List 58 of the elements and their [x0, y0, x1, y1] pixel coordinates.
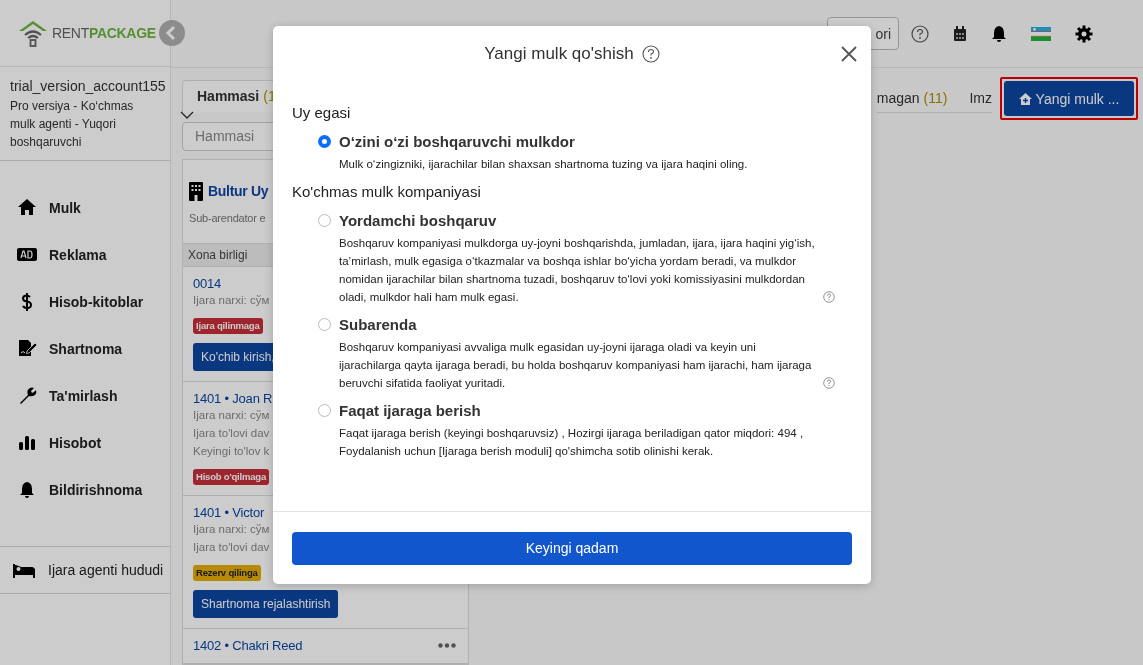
nav-item[interactable]: Hisob-kitoblar	[49, 293, 144, 310]
property-name[interactable]: Bultur Uy	[208, 183, 269, 199]
status-tab[interactable]: magan (11)	[876, 90, 948, 112]
unit-action-button[interactable]: Shartnoma rejalashtirish	[193, 590, 339, 618]
ad-icon[interactable]	[15, 245, 39, 264]
close-icon[interactable]	[841, 46, 857, 62]
house-plus-icon	[1018, 92, 1032, 105]
nav-item[interactable]: Mulk	[49, 199, 81, 216]
section-heading: Uy egasi	[292, 104, 352, 121]
nav-item[interactable]: Shartnoma	[49, 340, 123, 357]
option-description: Boshqaruv kompaniyasi avvaliga mulk egasidan uy-joyni ijaraga oladi va keyin uni ijarachilarga qayta ijaraga beradi, bu holda boshqaruv kompaniyasi ham ijarachi, ham ijaraga beruvchi sifatida faoliyat yuritadi.	[339, 340, 813, 391]
radio-button[interactable]	[318, 404, 331, 417]
radio-button[interactable]	[318, 214, 331, 227]
section-heading: Ko'chmas mulk kompaniyasi	[292, 183, 482, 200]
option-label[interactable]: Subarenda	[339, 316, 417, 333]
unit-detail: Ijara to'lovi dav	[193, 540, 270, 555]
unit-detail: Keyingi to'lov k	[193, 444, 270, 459]
unit-title[interactable]: 1401 • Victor	[193, 505, 265, 520]
option-description: Mulk o‘zingizniki, ijarachilar bilan shaxsan shartnoma tuzing va ijara haqini oling.	[339, 157, 748, 172]
nav-item[interactable]: Hisobot	[49, 434, 102, 451]
bell-icon[interactable]	[991, 24, 1007, 43]
option-label[interactable]: Faqat ijaraga berish	[339, 402, 481, 419]
tab-label: Hammasi	[197, 88, 260, 105]
status-badge: Hisob o'qilmaga	[193, 469, 269, 485]
unit-detail: Ijara narxi: сўм	[193, 293, 270, 308]
calendar-icon[interactable]	[953, 25, 967, 42]
chevron-down-icon[interactable]	[180, 111, 194, 119]
nav-item[interactable]: Reklama	[49, 246, 107, 263]
nav-item[interactable]: Ta'mirlash	[49, 387, 118, 404]
new-property-button[interactable]: Yangi mulk ...	[1004, 81, 1134, 116]
next-step-button[interactable]: Keyingi qadam	[292, 531, 852, 565]
radio-button[interactable]	[318, 318, 331, 331]
help-icon[interactable]	[641, 45, 660, 63]
unit-title[interactable]: 1402 • Chakri Reed	[193, 638, 303, 653]
house-wifi-logo-icon	[18, 19, 48, 47]
status-badge: Rezerv qilinga	[193, 565, 261, 581]
settings-icon[interactable]	[1075, 24, 1093, 43]
unit-title[interactable]: 0014	[193, 276, 222, 291]
dialog-title: Yangi mulk qo'shish	[484, 44, 634, 64]
flag-icon[interactable]	[1031, 26, 1051, 41]
logo-text: RENTPACKAGE	[52, 25, 156, 41]
more-icon[interactable]	[438, 643, 456, 648]
option-label[interactable]: Yordamchi boshqaruv	[339, 212, 497, 229]
unit-title[interactable]: 1401 • Joan R	[193, 391, 273, 406]
building-icon	[189, 181, 203, 201]
option-label[interactable]: O‘zini o‘zi boshqaruvchi mulkdor	[339, 133, 575, 150]
option-description: Faqat ijaraga berish (keyingi boshqaruvsiz) , Hozirgi ijaraga beriladigan qator miqdori: 494 , Foydalanish uchun [Ijaraga berish moduli] qo'shimcha sotib olinishi kerak.	[339, 426, 805, 459]
nav-item[interactable]: Bildirishnoma	[49, 481, 143, 498]
status-badge: Ijara qilinmaga	[193, 318, 263, 334]
unit-detail: Ijara narxi: сўм	[193, 408, 270, 423]
unit-detail: Ijara to'lovi dav	[193, 426, 270, 441]
property-subtitle: Sub-arendator e	[189, 212, 266, 226]
unit-detail: Ijara narxi: сўм	[193, 522, 270, 537]
nav-item[interactable]: Ijara agenti hududi	[48, 562, 164, 578]
account-plan: Pro versiya - Ko‘chmas mulk agenti - Yuqori boshqaruvchi	[10, 98, 135, 151]
status-tab[interactable]: Imz	[969, 90, 992, 112]
help-icon[interactable]	[911, 24, 929, 43]
radio-button[interactable]	[318, 135, 331, 148]
